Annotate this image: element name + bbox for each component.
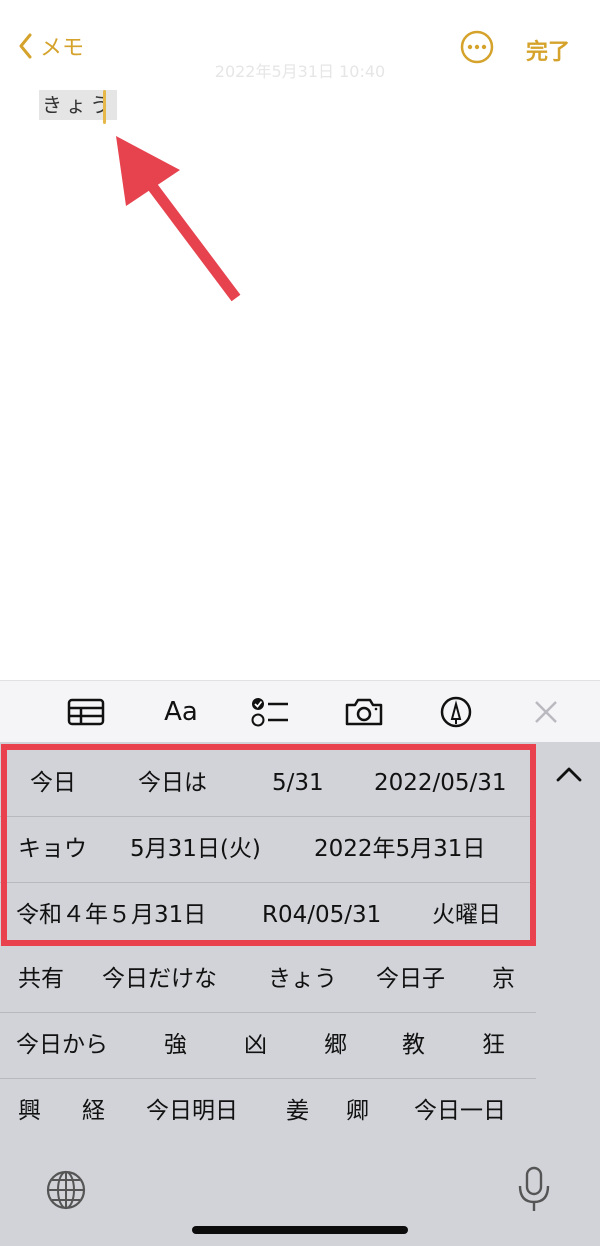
candidate-row: 共有 今日だけな きょう 今日子 京 <box>0 946 536 1013</box>
candidate-item[interactable]: 郷 <box>324 1012 347 1078</box>
candidate-row: 令和４年５月31日 R04/05/31 火曜日 <box>0 882 536 948</box>
text-format-button[interactable]: Aa <box>158 695 204 729</box>
text-format-icon: Aa <box>164 697 198 727</box>
globe-button[interactable] <box>44 1168 88 1212</box>
candidate-row: 興 経 今日明日 姜 卿 今日一日 <box>0 1078 536 1144</box>
candidate-item[interactable]: 経 <box>82 1078 105 1144</box>
camera-icon <box>345 698 383 726</box>
markup-icon <box>440 696 472 728</box>
candidate-item[interactable]: 2022年5月31日 <box>314 816 485 882</box>
collapse-candidates-button[interactable] <box>552 762 586 788</box>
close-icon <box>535 701 557 723</box>
candidate-item[interactable]: 2022/05/31 <box>374 750 507 816</box>
table-icon <box>67 698 105 726</box>
candidate-item[interactable]: 凶 <box>244 1012 267 1078</box>
microphone-icon <box>518 1166 550 1211</box>
close-toolbar-button[interactable] <box>524 695 568 729</box>
candidate-item[interactable]: 姜 <box>286 1078 309 1144</box>
candidate-item[interactable]: 今日子 <box>376 946 445 1012</box>
candidate-item[interactable]: 令和４年５月31日 <box>16 882 206 948</box>
candidate-item[interactable]: 今日だけな <box>102 946 217 1012</box>
candidate-item[interactable]: 今日から <box>16 1012 108 1078</box>
candidate-item[interactable]: きょう <box>268 946 337 1012</box>
candidate-item[interactable]: R04/05/31 <box>262 882 381 948</box>
table-button[interactable] <box>64 695 108 729</box>
candidate-item[interactable]: 狂 <box>482 1012 505 1078</box>
candidate-item[interactable]: 興 <box>18 1078 41 1144</box>
camera-button[interactable] <box>342 695 386 729</box>
candidate-item[interactable]: 今日 <box>30 750 76 816</box>
candidate-item[interactable]: 5/31 <box>272 750 324 816</box>
chevron-up-icon <box>556 767 582 782</box>
checklist-icon <box>251 698 288 727</box>
candidate-item[interactable]: 5月31日(火) <box>130 816 261 882</box>
candidate-row: 今日から 強 凶 郷 教 狂 <box>0 1012 536 1079</box>
candidate-item[interactable]: 教 <box>402 1012 425 1078</box>
markup-button[interactable] <box>434 695 478 729</box>
annotation-arrow <box>116 136 241 302</box>
candidate-item[interactable]: 卿 <box>346 1078 369 1144</box>
candidate-item[interactable]: 共有 <box>18 946 64 1012</box>
checklist-button[interactable] <box>248 695 292 729</box>
candidate-item[interactable]: キョウ <box>18 816 87 882</box>
candidate-row: 今日 今日は 5/31 2022/05/31 <box>0 750 536 817</box>
candidate-item[interactable]: 今日は <box>138 750 207 816</box>
globe-icon <box>46 1170 86 1210</box>
home-indicator <box>192 1226 408 1234</box>
candidate-item[interactable]: 今日一日 <box>414 1078 506 1144</box>
editing-toolbar: Aa <box>0 680 600 743</box>
candidate-item[interactable]: 強 <box>164 1012 187 1078</box>
candidate-item[interactable]: 火曜日 <box>432 882 501 948</box>
dictation-button[interactable] <box>514 1164 554 1214</box>
candidate-item[interactable]: 今日明日 <box>146 1078 238 1144</box>
candidate-item[interactable]: 京 <box>492 946 515 1012</box>
candidate-row: キョウ 5月31日(火) 2022年5月31日 <box>0 816 536 883</box>
